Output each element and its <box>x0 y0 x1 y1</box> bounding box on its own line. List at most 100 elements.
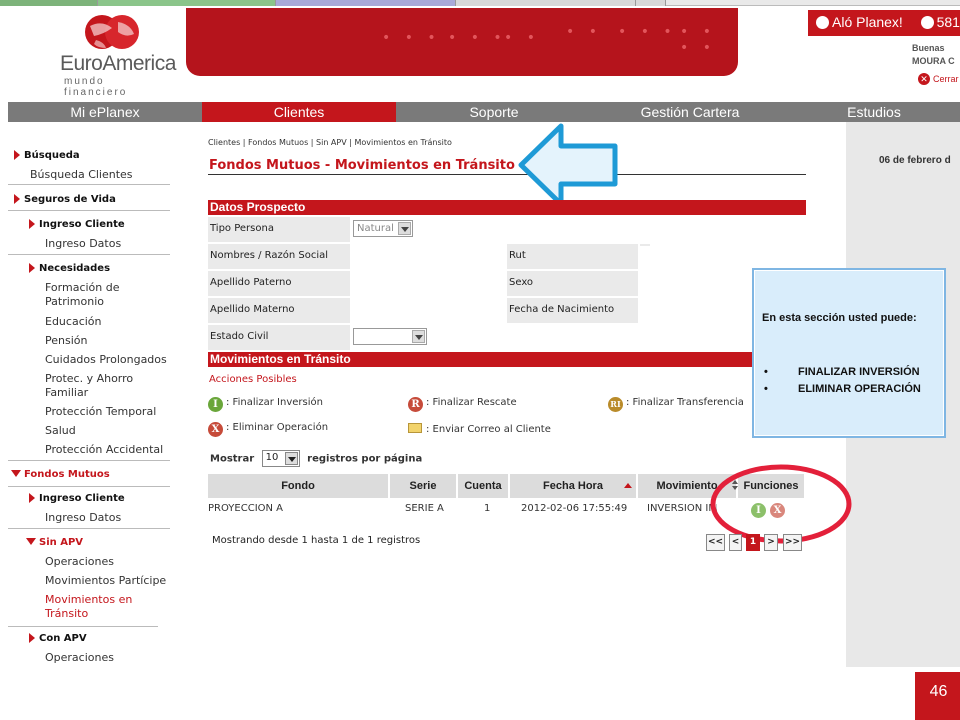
callout-intro: En esta sección usted puede: <box>762 312 917 324</box>
sidebar-item-ingreso-datos-fm[interactable]: Ingreso Datos <box>8 511 170 529</box>
sidebar-item-busqueda-clientes[interactable]: Búsqueda Clientes <box>8 168 170 185</box>
current-page-button[interactable]: 1 <box>746 534 760 551</box>
label-fecha-nacimiento: Fecha de Nacimiento <box>507 298 638 323</box>
sidebar-item-proteccion-temporal[interactable]: Protección Temporal <box>8 405 170 419</box>
sidebar-item-ingreso-cliente[interactable]: Ingreso Cliente <box>8 219 170 230</box>
callout-list: FINALIZAR INVERSIÓN ELIMINAR OPERACIÓN <box>764 364 921 398</box>
logout-link[interactable]: ✕ Cerrar <box>918 73 959 85</box>
chevron-down-icon <box>398 222 411 235</box>
chevron-down-icon <box>412 330 425 343</box>
cell-movimiento: INVERSIÓN INICIA <box>647 503 717 514</box>
cell-fondo: PROYECCION A <box>208 503 284 514</box>
tipo-persona-select[interactable]: Natural <box>353 220 413 237</box>
registros-label: registros por página <box>307 453 423 465</box>
banner-dots: • • • <box>618 24 677 40</box>
globe-logo-icon <box>85 15 139 49</box>
rut-value <box>640 244 650 246</box>
label-apellido-materno: Apellido Materno <box>208 298 350 323</box>
label-apellido-paterno: Apellido Paterno <box>208 271 350 296</box>
browser-tab[interactable] <box>636 0 666 6</box>
sidebar-item-proteccion-accidental[interactable]: Protección Accidental <box>8 443 170 461</box>
main-nav: Mi ePlanex Clientes Soporte Gestión Cart… <box>8 102 960 122</box>
first-page-button[interactable]: << <box>706 534 725 551</box>
alo-planex-bar[interactable]: Aló Planex! 581 <box>808 10 960 36</box>
sidebar-item-sin-apv[interactable]: Sin APV <box>8 537 170 548</box>
sidebar-item-cuidados-prolongados[interactable]: Cuidados Prolongados <box>8 353 170 367</box>
label-estado-civil: Estado Civil <box>208 325 350 350</box>
browser-tab[interactable] <box>276 0 456 6</box>
chevron-down-icon <box>284 452 298 465</box>
header-banner: • • • • • • • • • • • • • • • • • <box>186 8 738 76</box>
legend-label: : Eliminar Operación <box>226 422 329 433</box>
callout-item: FINALIZAR INVERSIÓN <box>764 364 921 381</box>
prev-page-button[interactable]: < <box>729 534 742 551</box>
col-cuenta[interactable]: Cuenta <box>458 474 510 498</box>
nav-item-soporte[interactable]: Soporte <box>396 102 592 122</box>
browser-tab[interactable] <box>456 0 636 6</box>
cell-serie: SERIE A <box>405 503 444 514</box>
alo-label: Aló Planex! <box>832 14 903 30</box>
user-name: MOURA C <box>912 56 955 66</box>
legend-finalizar-inversion: I: Finalizar Inversión <box>208 397 323 412</box>
nav-item-gestion-cartera[interactable]: Gestión Cartera <box>592 102 788 122</box>
logo-tagline: mundo financiero <box>64 76 128 98</box>
sidebar-item-formacion-patrimonio[interactable]: Formación de Patrimonio <box>8 281 158 309</box>
phone-icon <box>816 16 829 29</box>
tipo-persona-value: Natural <box>357 223 394 234</box>
col-fondo[interactable]: Fondo <box>208 474 390 498</box>
logo[interactable]: EuroAmerica mundo financiero <box>60 12 176 98</box>
sidebar-item-ingreso-datos[interactable]: Ingreso Datos <box>8 237 170 255</box>
last-page-button[interactable]: >> <box>783 534 802 551</box>
finalizar-inversion-icon: I <box>208 397 223 412</box>
legend-label: : Finalizar Rescate <box>426 397 517 408</box>
browser-tab-strip <box>0 0 960 6</box>
showing-text: Mostrando desde 1 hasta 1 de 1 registros <box>212 535 421 546</box>
estado-civil-select[interactable] <box>353 328 427 345</box>
sidebar-item-protec-ahorro[interactable]: Protec. y Ahorro Familiar <box>8 372 148 400</box>
sidebar-item-ingreso-cliente-fm[interactable]: Ingreso Cliente <box>8 493 170 504</box>
col-fecha-hora[interactable]: Fecha Hora <box>510 474 638 498</box>
sidebar-item-con-apv[interactable]: Con APV <box>8 633 170 644</box>
sidebar-item-seguros-vida[interactable]: Seguros de Vida <box>8 194 170 211</box>
sidebar-item-movimientos-participe[interactable]: Movimientos Partícipe <box>8 574 170 588</box>
banner-dots: • • • • <box>680 24 716 56</box>
label-tipo-persona: Tipo Persona <box>208 217 350 242</box>
section-movimientos-transito: Movimientos en Tránsito <box>208 352 806 367</box>
sidebar-item-operaciones-apv[interactable]: Operaciones <box>8 651 170 665</box>
shield-icon <box>920 16 934 29</box>
cell-fecha-hora: 2012-02-06 17:55:49 <box>521 503 628 514</box>
legend-finalizar-rescate: R: Finalizar Rescate <box>408 397 517 412</box>
sidebar-item-necesidades[interactable]: Necesidades <box>8 263 170 274</box>
sidebar-item-pension[interactable]: Pensión <box>8 334 170 348</box>
greeting-line: Buenas <box>912 43 945 53</box>
legend-label: : Finalizar Transferencia <box>626 397 744 408</box>
nav-item-mi-eplanex[interactable]: Mi ePlanex <box>8 102 202 122</box>
mostrar-label: Mostrar <box>210 453 255 465</box>
browser-tab[interactable] <box>0 0 98 6</box>
label-sexo: Sexo <box>507 271 638 296</box>
user-greeting: Buenas MOURA C <box>912 42 960 68</box>
page: EuroAmerica mundo financiero • • • • • •… <box>0 0 960 720</box>
sidebar-item-educacion[interactable]: Educación <box>8 315 170 329</box>
eliminar-operacion-icon: X <box>208 422 223 437</box>
nav-item-clientes[interactable]: Clientes <box>202 102 396 122</box>
col-serie[interactable]: Serie <box>390 474 458 498</box>
sidebar-item-salud[interactable]: Salud <box>8 424 170 438</box>
browser-tab[interactable] <box>98 0 276 6</box>
page-size-select[interactable]: 10 <box>261 450 300 467</box>
nav-item-estudios[interactable]: Estudios <box>788 102 960 122</box>
next-page-button[interactable]: > <box>764 534 778 551</box>
col-fecha-hora-label: Fecha Hora <box>543 480 603 492</box>
nombres-value <box>352 244 502 269</box>
sidebar-item-movimientos-transito[interactable]: Movimientos en Tránsito <box>8 593 158 627</box>
page-title: Fondos Mutuos - Movimientos en Tránsito <box>209 158 515 173</box>
close-icon: ✕ <box>918 73 930 85</box>
sidebar-item-busqueda[interactable]: Búsqueda <box>8 150 170 161</box>
breadcrumb[interactable]: Clientes | Fondos Mutuos | Sin APV | Mov… <box>208 138 452 147</box>
sort-asc-icon <box>624 483 632 488</box>
sidebar-item-operaciones[interactable]: Operaciones <box>8 555 170 569</box>
finalizar-transferencia-icon: RI <box>608 397 623 412</box>
page-size-value: 10 <box>265 452 279 463</box>
label-rut: Rut <box>507 244 638 269</box>
sidebar-item-fondos-mutuos[interactable]: Fondos Mutuos <box>8 469 170 487</box>
